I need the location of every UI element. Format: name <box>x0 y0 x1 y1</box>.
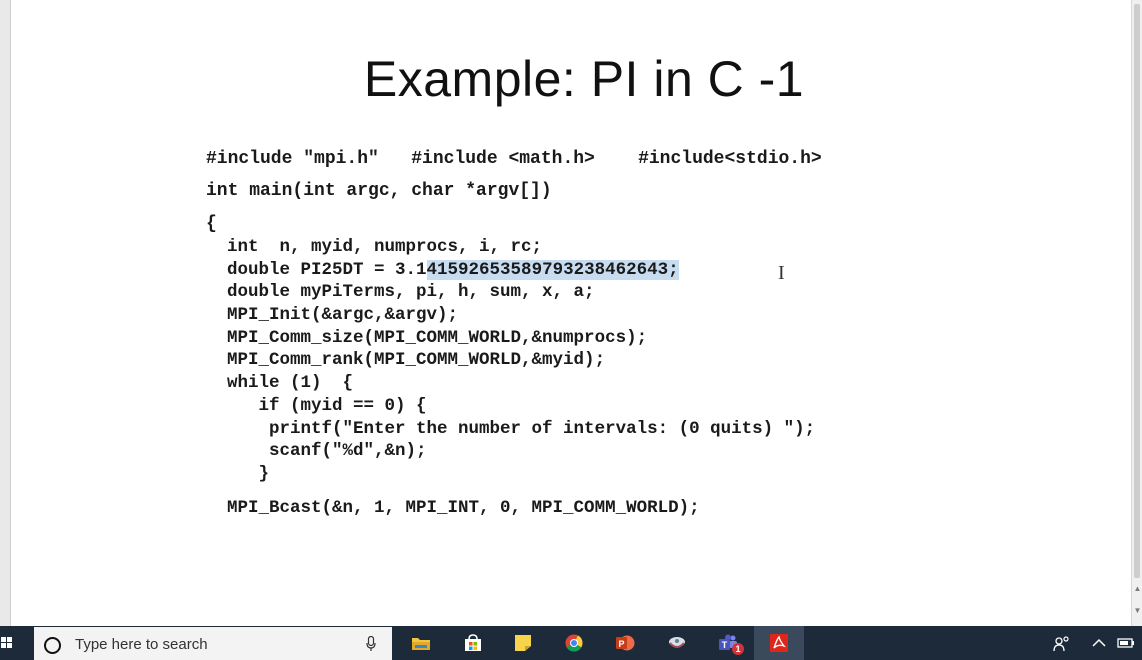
taskbar-teams[interactable]: T 1 <box>703 626 753 660</box>
code-text: double PI25DT = 3.1 <box>206 260 427 280</box>
search-placeholder: Type here to search <box>75 636 208 653</box>
chevron-up-icon[interactable] <box>1092 638 1106 648</box>
scrollbar-thumb[interactable] <box>1134 4 1140 578</box>
svg-text:P: P <box>618 639 624 649</box>
code-line-int-decl: int n, myid, numprocs, i, rc; <box>206 237 543 257</box>
text-cursor-icon: I <box>778 262 785 284</box>
battery-icon[interactable] <box>1116 635 1136 651</box>
notification-badge: 1 <box>732 643 744 655</box>
code-line-bcast: MPI_Bcast(&n, 1, MPI_INT, 0, MPI_COMM_WO… <box>206 498 700 518</box>
taskbar-acrobat-reader[interactable] <box>754 626 804 660</box>
code-line-if: if (myid == 0) { <box>206 396 427 416</box>
code-line-main: int main(int argc, char *argv[]) <box>206 181 552 201</box>
document-viewer: Example: PI in C -1 #include "mpi.h" #in… <box>0 0 1142 626</box>
app-icon <box>669 637 685 648</box>
taskbar-app[interactable] <box>652 626 702 660</box>
taskbar-powerpoint[interactable]: P <box>600 626 650 660</box>
taskbar-sticky-notes[interactable] <box>498 626 548 660</box>
slide-title: Example: PI in C -1 <box>363 51 805 107</box>
taskbar-file-explorer[interactable] <box>396 626 446 660</box>
folder-icon <box>412 638 430 650</box>
scroll-up-arrow-icon[interactable]: ▲ <box>1133 584 1142 594</box>
taskbar-chrome[interactable] <box>549 626 599 660</box>
taskbar: Type here to search P T 1 <box>0 626 1142 660</box>
code-line-double-decl: double myPiTerms, pi, h, sum, x, a; <box>206 282 595 302</box>
code-line-scanf: scanf("%d",&n); <box>206 441 427 461</box>
cortana-circle-icon <box>44 637 61 654</box>
people-icon[interactable] <box>1052 635 1072 653</box>
taskbar-search-box[interactable]: Type here to search <box>34 627 392 660</box>
sticky-note-icon <box>515 635 531 651</box>
svg-text:T: T <box>722 640 728 650</box>
powerpoint-icon: P <box>616 635 635 651</box>
windows-logo-icon <box>1 637 13 649</box>
code-line-comm-size: MPI_Comm_size(MPI_COMM_WORLD,&numprocs); <box>206 328 648 348</box>
code-line-pi-decl: double PI25DT = 3.1415926535897932384626… <box>206 259 679 281</box>
taskbar-microsoft-store[interactable] <box>448 626 498 660</box>
acrobat-icon <box>770 634 788 652</box>
code-line-comm-rank: MPI_Comm_rank(MPI_COMM_WORLD,&myid); <box>206 350 606 370</box>
text-selection[interactable]: 41592653589793238462643; <box>426 260 679 280</box>
start-button[interactable] <box>0 626 34 660</box>
chrome-icon <box>565 634 583 652</box>
store-bag-icon <box>465 634 481 651</box>
code-line-while: while (1) { <box>206 373 354 393</box>
code-line-includes: #include "mpi.h" #include <math.h> #incl… <box>206 149 822 169</box>
scroll-down-arrow-icon[interactable]: ▼ <box>1133 606 1142 616</box>
vertical-scrollbar[interactable]: ▲ ▼ <box>1131 0 1142 626</box>
code-line-mpi-init: MPI_Init(&argc,&argv); <box>206 305 459 325</box>
code-line-printf: printf("Enter the number of intervals: (… <box>206 419 816 439</box>
code-line-close-brace: } <box>206 464 270 484</box>
microphone-icon[interactable] <box>366 636 376 652</box>
code-line-open-brace: { <box>206 214 217 234</box>
